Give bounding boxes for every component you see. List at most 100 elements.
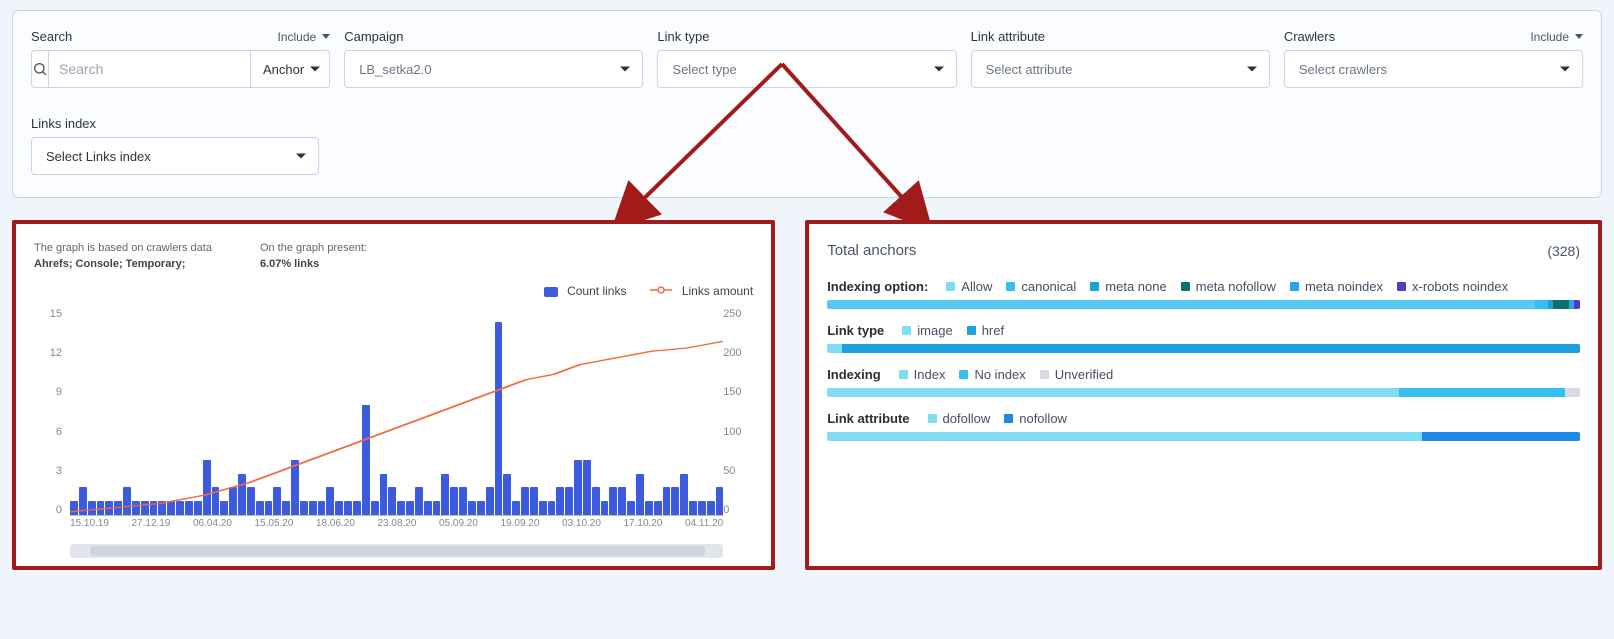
color-swatch-icon [1181,282,1190,291]
metric-legend-item: nofollow [1004,411,1067,426]
anchors-body: Indexing option:Allowcanonicalmeta nonem… [827,279,1580,441]
total-anchors-count: (328) [1547,243,1580,259]
filter-search: Search Include Anchor [31,29,330,88]
chart-legend: Count links Links amount [34,284,753,298]
caret-down-icon [1560,67,1570,72]
campaign-value: LB_setka2.0 [359,62,431,77]
links-index-label: Links index [31,116,96,131]
search-anchor-select[interactable]: Anchor [250,51,330,87]
metric-legend-item: meta nofollow [1181,279,1276,294]
total-anchors-title: Total anchors [827,242,916,259]
line-swatch-icon [650,285,672,295]
metric-legend-item: canonical [1006,279,1076,294]
anchors-metric-row: Indexing option:Allowcanonicalmeta nonem… [827,279,1580,309]
search-anchor-label: Anchor [263,62,304,77]
metric-legend-item: image [902,323,952,338]
caret-down-icon [310,67,320,72]
line-chart-overlay [70,308,723,516]
stacked-bar-segment [827,432,1422,441]
color-swatch-icon [946,282,955,291]
metric-name: Link type [827,323,884,338]
metric-legend-item: Index [899,367,946,382]
metric-stacked-bar [827,344,1580,353]
link-attribute-select[interactable]: Select attribute [971,50,1270,88]
legend-count-label: Count links [567,284,626,298]
color-swatch-icon [959,370,968,379]
search-combo: Anchor [31,50,330,88]
metric-legend-label: canonical [1021,279,1076,294]
campaign-label: Campaign [344,29,403,44]
chart-caption1-body: Ahrefs; Console; Temporary; [34,258,212,270]
stacked-bar-segment [1535,300,1549,309]
metric-legend-label: Allow [961,279,992,294]
link-type-select[interactable]: Select type [657,50,956,88]
link-type-label: Link type [657,29,709,44]
search-label: Search [31,29,72,44]
metric-legend-item: href [967,323,1004,338]
crawlers-include-text: Include [1530,30,1569,44]
y-tick-right: 200 [723,347,753,359]
stacked-bar-segment [1422,432,1580,441]
x-tick: 17.10.20 [624,518,663,538]
y-tick-left: 0 [34,504,62,516]
metric-stacked-bar [827,432,1580,441]
metric-legend-label: No index [974,367,1025,382]
y-tick-right: 100 [723,426,753,438]
chart-caption2-body: 6.07% links [260,258,367,270]
legend-links-amount: Links amount [650,284,753,298]
dashboard-row: The graph is based on crawlers data Ahre… [12,220,1602,570]
metric-legend-item: meta none [1090,279,1166,294]
crawlers-select[interactable]: Select crawlers [1284,50,1583,88]
color-swatch-icon [902,326,911,335]
y-axis-left: 15129630 [34,308,68,516]
chart-caption2-title: On the graph present: [260,242,367,254]
search-include-toggle[interactable]: Include [278,30,331,44]
link-attribute-placeholder: Select attribute [986,62,1073,77]
color-swatch-icon [899,370,908,379]
filter-links-index: Links index Select Links index [31,116,319,175]
color-swatch-icon [1004,414,1013,423]
chart-scrollbar[interactable] [70,544,723,558]
color-swatch-icon [1290,282,1299,291]
y-tick-left: 9 [34,386,62,398]
search-include-text: Include [278,30,317,44]
metric-legend-label: x-robots noindex [1412,279,1508,294]
y-tick-right: 150 [723,386,753,398]
campaign-select[interactable]: LB_setka2.0 [344,50,643,88]
y-tick-left: 12 [34,347,62,359]
stacked-bar-segment [827,344,842,353]
metric-name: Link attribute [827,411,909,426]
crawlers-placeholder: Select crawlers [1299,62,1387,77]
metric-legend-item: No index [959,367,1025,382]
search-input[interactable] [49,51,250,87]
chart-area: 15129630 250200150100500 15.10.1927.12.1… [34,308,753,538]
crawlers-include-toggle[interactable]: Include [1530,30,1583,44]
stacked-bar-segment [827,300,1535,309]
metric-stacked-bar [827,300,1580,309]
y-tick-right: 0 [723,504,753,516]
stacked-bar-segment [842,344,1580,353]
x-tick: 27.12.19 [132,518,171,538]
search-icon[interactable] [32,51,49,87]
caret-down-icon [934,67,944,72]
x-tick: 15.10.19 [70,518,109,538]
caret-down-icon [1247,67,1257,72]
stacked-bar-segment [1553,300,1570,309]
y-tick-right: 250 [723,308,753,320]
anchors-metric-row: Indexing Index No index Unverified [827,367,1580,397]
metric-legend-label: image [917,323,952,338]
filter-link-type: Link type Select type [657,29,956,88]
x-tick: 23.08.20 [378,518,417,538]
chart-scroll-thumb[interactable] [90,546,705,556]
metric-legend-label: Index [914,367,946,382]
metric-legend-item: Unverified [1040,367,1114,382]
color-swatch-icon [928,414,937,423]
legend-amount-label: Links amount [682,284,753,298]
anchors-metric-row: Link type image href [827,323,1580,353]
metric-name: Indexing [827,367,880,382]
bar-swatch-icon [544,287,558,297]
link-type-placeholder: Select type [672,62,736,77]
y-tick-left: 3 [34,465,62,477]
x-tick: 04.11.20 [685,518,723,538]
links-index-select[interactable]: Select Links index [31,137,319,175]
